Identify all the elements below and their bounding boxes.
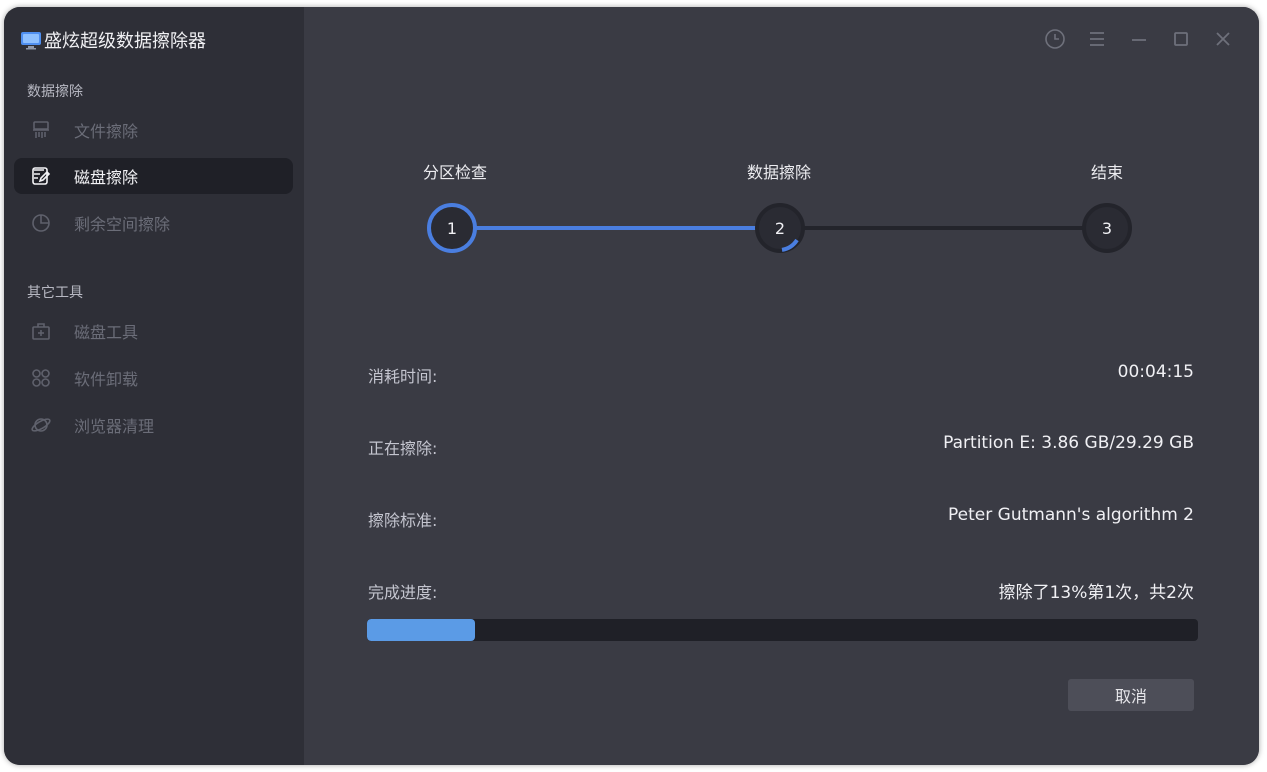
step-circle-2: 2: [755, 203, 805, 253]
erase-progress-bar: [367, 619, 1198, 641]
sidebar-item-label: 软件卸载: [74, 370, 139, 389]
sidebar-item-file-erase[interactable]: 文件擦除: [14, 112, 293, 148]
sidebar-item-disk-erase[interactable]: 磁盘擦除: [14, 158, 293, 194]
sidebar-item-software-uninstall[interactable]: 软件卸载: [14, 360, 293, 396]
sidebar: 盛炫超级数据擦除器 数据擦除 文件擦除 磁盘擦除 剩余空间擦除 其它工具 磁盘工…: [4, 7, 304, 765]
step-circle-3: 3: [1082, 203, 1132, 253]
sidebar-item-free-space-erase[interactable]: 剩余空间擦除: [14, 205, 293, 241]
monitor-logo-icon: [20, 29, 42, 51]
disk-edit-icon: [30, 165, 52, 187]
close-icon[interactable]: [1211, 27, 1235, 51]
erase-standard-label: 擦除标准:: [368, 511, 438, 530]
window-controls: [1043, 27, 1235, 51]
step-label-data-erase: 数据擦除: [746, 163, 812, 182]
cancel-button[interactable]: 取消: [1068, 679, 1194, 711]
shredder-icon: [30, 119, 52, 141]
step-circle-1: 1: [427, 203, 477, 253]
menu-icon[interactable]: [1085, 27, 1109, 51]
app-window: 盛炫超级数据擦除器 数据擦除 文件擦除 磁盘擦除 剩余空间擦除 其它工具 磁盘工…: [4, 7, 1259, 765]
apps-grid-icon: [30, 367, 52, 389]
step-label-partition-check: 分区检查: [422, 163, 488, 182]
pie-chart-icon: [30, 212, 52, 234]
erasing-label: 正在擦除:: [368, 439, 438, 458]
step-number: 3: [1101, 218, 1113, 238]
erase-progress-fill: [367, 619, 476, 641]
erase-standard-value: Peter Gutmann's algorithm 2: [948, 505, 1194, 525]
elapsed-time-value: 00:04:15: [1117, 362, 1194, 382]
sidebar-item-label: 文件擦除: [74, 122, 139, 141]
sidebar-item-label: 剩余空间擦除: [74, 215, 171, 234]
history-clock-icon[interactable]: [1043, 27, 1067, 51]
maximize-icon[interactable]: [1169, 27, 1193, 51]
sidebar-item-disk-tools[interactable]: 磁盘工具: [14, 313, 293, 349]
erasing-value: Partition E: 3.86 GB/29.29 GB: [943, 433, 1194, 453]
app-title: 盛炫超级数据擦除器: [20, 25, 206, 55]
app-title-text: 盛炫超级数据擦除器: [44, 31, 206, 52]
step-label-finish: 结束: [1090, 163, 1124, 182]
minimize-icon[interactable]: [1127, 27, 1151, 51]
sidebar-item-label: 浏览器清理: [74, 417, 155, 436]
main-panel: 分区检查 数据擦除 结束 1 2 3 消耗时间: 00:04:15 正在擦除: …: [304, 7, 1259, 765]
elapsed-time-label: 消耗时间:: [368, 367, 438, 386]
browser-planet-icon: [30, 414, 52, 436]
step-number: 1: [446, 218, 458, 238]
sidebar-item-label: 磁盘擦除: [74, 168, 139, 187]
sidebar-item-label: 磁盘工具: [74, 323, 139, 342]
progress-value: 擦除了13%第1次，共2次: [998, 583, 1194, 603]
progress-label: 完成进度:: [368, 583, 438, 602]
step-connector-pending: [799, 226, 1089, 230]
section-label-other-tools: 其它工具: [27, 285, 83, 301]
toolbox-icon: [30, 320, 52, 342]
step-number: 2: [774, 218, 786, 238]
step-connector-completed: [474, 226, 764, 230]
section-label-data-erase: 数据擦除: [27, 84, 83, 100]
sidebar-item-browser-clean[interactable]: 浏览器清理: [14, 407, 293, 443]
